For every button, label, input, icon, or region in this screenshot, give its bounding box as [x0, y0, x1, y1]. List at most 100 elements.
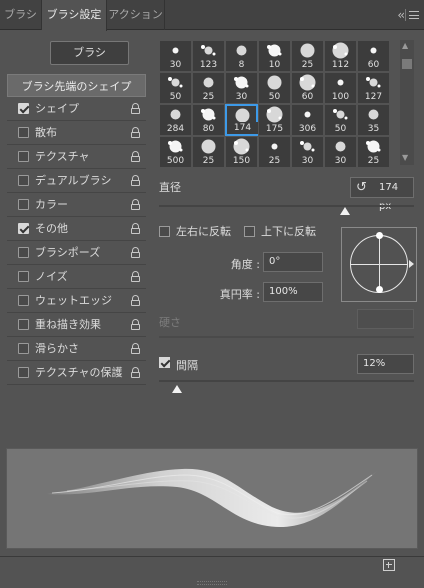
brush-tip-thumbnail	[259, 41, 290, 60]
double-chevron-left-icon[interactable]: ‹‹	[397, 8, 404, 22]
brush-tip-cell[interactable]: 50	[258, 72, 291, 104]
tab-brushes[interactable]: ブラシ	[0, 0, 42, 30]
hamburger-menu-icon[interactable]	[409, 11, 419, 19]
lock-icon[interactable]	[131, 319, 140, 330]
brush-option-item[interactable]: ブラシポーズ	[7, 241, 146, 265]
roundness-handle-bottom[interactable]	[376, 286, 383, 293]
lock-icon[interactable]	[131, 271, 140, 282]
brush-option-checkbox[interactable]	[18, 199, 29, 210]
spacing-slider-knob[interactable]	[172, 385, 183, 393]
brush-preset-button[interactable]: ブラシ	[50, 41, 129, 65]
brush-tip-cell[interactable]: 175	[258, 104, 291, 136]
spacing-input[interactable]: 12%	[357, 354, 414, 374]
brush-option-checkbox[interactable]	[18, 271, 29, 282]
lock-icon[interactable]	[131, 199, 140, 210]
lock-icon[interactable]	[131, 151, 140, 162]
brush-tip-thumbnail	[358, 137, 389, 156]
brush-tip-cell[interactable]: 112	[324, 40, 357, 72]
brush-option-checkbox[interactable]	[18, 103, 29, 114]
brush-tip-cell[interactable]: 123	[192, 40, 225, 72]
brush-tip-cell[interactable]: 25	[258, 136, 291, 168]
roundness-input[interactable]: 100%	[263, 282, 323, 302]
lock-icon[interactable]	[131, 103, 140, 114]
brush-tip-cell[interactable]: 174	[225, 104, 258, 136]
brush-option-checkbox[interactable]	[18, 319, 29, 330]
scroll-up-icon[interactable]: ▲	[402, 41, 408, 50]
brush-option-checkbox[interactable]	[18, 247, 29, 258]
brush-option-item[interactable]: ウェットエッジ	[7, 289, 146, 313]
brush-option-item[interactable]: シェイプ	[7, 97, 146, 121]
brush-option-item[interactable]: 散布	[7, 121, 146, 145]
brush-tip-cell[interactable]: 25	[357, 136, 390, 168]
angle-arrow-icon[interactable]	[409, 260, 414, 268]
brush-tip-cell[interactable]: 10	[258, 40, 291, 72]
brush-tip-cell[interactable]: 8	[225, 40, 258, 72]
spacing-slider-track[interactable]	[159, 380, 414, 382]
brush-tip-cell[interactable]: 306	[291, 104, 324, 136]
brush-tip-cell[interactable]: 284	[159, 104, 192, 136]
reset-icon[interactable]: ↺	[356, 180, 367, 195]
lock-icon[interactable]	[131, 223, 140, 234]
brush-tip-cell[interactable]: 150	[225, 136, 258, 168]
brush-tip-cell[interactable]: 80	[192, 104, 225, 136]
roundness-handle-top[interactable]	[376, 232, 383, 239]
flip-y-checkbox[interactable]	[244, 226, 255, 237]
size-slider-knob[interactable]	[340, 207, 351, 215]
brush-option-checkbox[interactable]	[18, 175, 29, 186]
brush-tip-cell[interactable]: 50	[159, 72, 192, 104]
lock-icon[interactable]	[131, 295, 140, 306]
angle-roundness-widget[interactable]	[341, 227, 417, 302]
size-slider-track[interactable]	[159, 205, 414, 207]
flip-y-toggle[interactable]: 上下に反転	[244, 223, 316, 239]
angle-input[interactable]: 0°	[263, 252, 323, 272]
brush-option-item[interactable]: テクスチャの保護	[7, 361, 146, 385]
brush-option-checkbox[interactable]	[18, 223, 29, 234]
brush-tip-cell[interactable]: 60	[291, 72, 324, 104]
brush-option-item[interactable]: テクスチャ	[7, 145, 146, 169]
brush-size-label: 8	[226, 59, 257, 71]
brush-tip-shape-item[interactable]: ブラシ先端のシェイプ	[7, 74, 146, 97]
lock-icon[interactable]	[131, 127, 140, 138]
brush-option-item[interactable]: その他	[7, 217, 146, 241]
brush-tip-cell[interactable]: 30	[159, 40, 192, 72]
brush-option-item[interactable]: カラー	[7, 193, 146, 217]
brush-tip-cell[interactable]: 35	[357, 104, 390, 136]
brush-option-checkbox[interactable]	[18, 343, 29, 354]
panel-resize-grip[interactable]	[197, 581, 227, 585]
flip-x-checkbox[interactable]	[159, 226, 170, 237]
brush-option-label: ブラシポーズ	[35, 246, 101, 259]
brush-size-label: 50	[325, 123, 356, 135]
brush-tip-cell[interactable]: 500	[159, 136, 192, 168]
tab-actions[interactable]: アクション	[107, 0, 165, 30]
brush-option-checkbox[interactable]	[18, 367, 29, 378]
brush-tip-thumbnail	[226, 137, 257, 156]
brush-tip-cell[interactable]: 25	[192, 136, 225, 168]
brush-tip-cell[interactable]: 25	[192, 72, 225, 104]
spacing-checkbox[interactable]	[159, 357, 170, 368]
lock-icon[interactable]	[131, 175, 140, 186]
brush-option-checkbox[interactable]	[18, 127, 29, 138]
brush-option-item[interactable]: ノイズ	[7, 265, 146, 289]
new-brush-icon[interactable]	[383, 559, 395, 571]
flip-x-toggle[interactable]: 左右に反転	[159, 223, 231, 239]
lock-icon[interactable]	[131, 343, 140, 354]
brush-tip-cell[interactable]: 30	[324, 136, 357, 168]
brush-tip-cell[interactable]: 25	[291, 40, 324, 72]
brush-option-item[interactable]: 重ね描き効果	[7, 313, 146, 337]
tab-brush-settings[interactable]: ブラシ設定	[42, 0, 107, 31]
brush-option-item[interactable]: デュアルブラシ	[7, 169, 146, 193]
brush-tip-cell[interactable]: 100	[324, 72, 357, 104]
brush-tip-cell[interactable]: 30	[225, 72, 258, 104]
grid-scroll-thumb[interactable]	[402, 59, 412, 69]
brush-tip-thumbnail	[160, 41, 191, 60]
brush-tip-cell[interactable]: 60	[357, 40, 390, 72]
lock-icon[interactable]	[131, 247, 140, 258]
brush-option-item[interactable]: 滑らかさ	[7, 337, 146, 361]
brush-option-checkbox[interactable]	[18, 151, 29, 162]
lock-icon[interactable]	[131, 367, 140, 378]
brush-tip-cell[interactable]: 50	[324, 104, 357, 136]
scroll-down-icon[interactable]: ▼	[402, 153, 408, 162]
brush-tip-cell[interactable]: 30	[291, 136, 324, 168]
brush-tip-cell[interactable]: 127	[357, 72, 390, 104]
brush-option-checkbox[interactable]	[18, 295, 29, 306]
